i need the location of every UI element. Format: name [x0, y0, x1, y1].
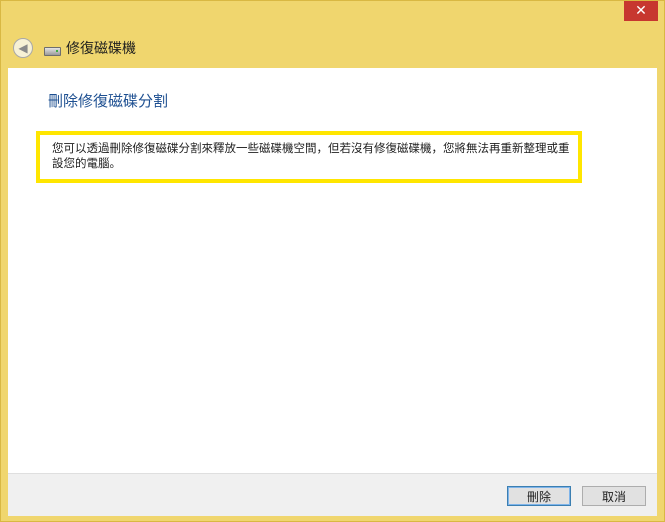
content-panel: 刪除修復磁碟分割 您可以透過刪除修復磁碟分割來釋放一些磁碟機空間，但若沒有修復磁… — [8, 68, 657, 473]
dialog-window: ✕ ◀ 修復磁碟機 刪除修復磁碟分割 您可以透過刪除修復磁碟分割來釋放一些磁碟機… — [0, 0, 665, 522]
back-arrow-icon[interactable]: ◀ — [13, 38, 33, 58]
nav-title: 修復磁碟機 — [66, 41, 136, 57]
nav-bar: ◀ 修復磁碟機 — [13, 37, 136, 59]
close-icon[interactable]: ✕ — [624, 1, 658, 21]
description-text: 您可以透過刪除修復磁碟分割來釋放一些磁碟機空間，但若沒有修復磁碟機，您將無法再重… — [52, 141, 570, 170]
cancel-button[interactable]: 取消 — [582, 486, 646, 506]
delete-button[interactable]: 刪除 — [507, 486, 571, 506]
highlight-box: 您可以透過刪除修復磁碟分割來釋放一些磁碟機空間，但若沒有修復磁碟機，您將無法再重… — [36, 131, 582, 183]
button-bar: 刪除 取消 — [8, 473, 657, 516]
page-heading: 刪除修復磁碟分割 — [48, 92, 169, 110]
drive-icon — [44, 46, 61, 56]
